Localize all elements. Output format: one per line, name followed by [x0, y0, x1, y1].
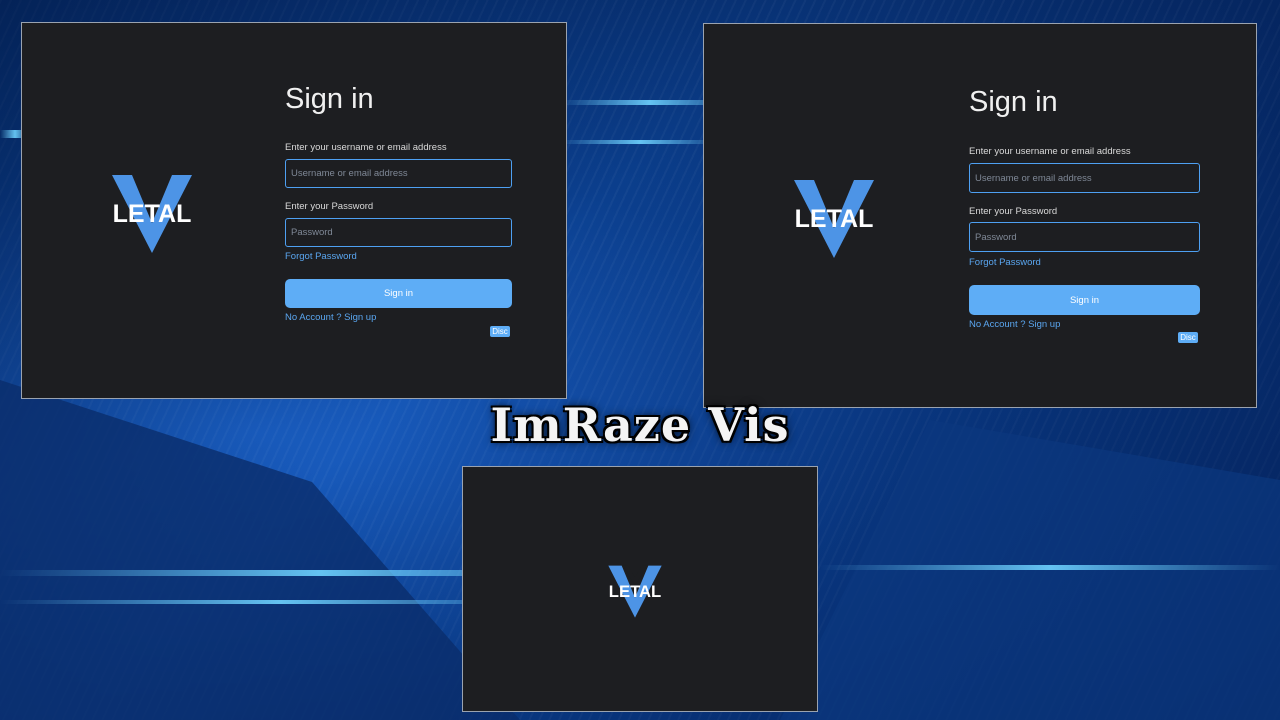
letal-logo: LETAL: [98, 171, 206, 255]
sign-up-link[interactable]: No Account ? Sign up: [285, 312, 376, 323]
logo-text: LETAL: [795, 205, 874, 233]
background-shape: [780, 420, 1280, 720]
disc-button[interactable]: Disc: [490, 326, 510, 337]
letal-v-logo-icon: LETAL: [112, 175, 192, 253]
forgot-password-link[interactable]: Forgot Password: [285, 251, 357, 262]
letal-logo: LETAL: [780, 176, 888, 260]
sign-in-button[interactable]: Sign in: [285, 279, 512, 308]
logo-text: LETAL: [113, 200, 192, 228]
watermark-title: ImRaze Vis: [490, 398, 790, 452]
password-label: Enter your Password: [285, 201, 374, 212]
letal-v-logo-icon: LETAL: [608, 565, 662, 618]
password-input[interactable]: [285, 218, 512, 247]
sign-up-link[interactable]: No Account ? Sign up: [969, 319, 1060, 330]
disc-button[interactable]: Disc: [1178, 332, 1198, 343]
page-title: Sign in: [285, 83, 374, 115]
username-label: Enter your username or email address: [969, 146, 1131, 157]
username-input[interactable]: [969, 163, 1200, 193]
letal-logo: LETAL: [599, 563, 671, 619]
username-label: Enter your username or email address: [285, 142, 447, 153]
password-input[interactable]: [969, 222, 1200, 252]
signin-window-right: LETAL Sign in Enter your username or ema…: [703, 23, 1257, 408]
sign-in-button[interactable]: Sign in: [969, 285, 1200, 315]
forgot-password-link[interactable]: Forgot Password: [969, 257, 1041, 268]
light-streak: [820, 565, 1280, 570]
logo-text: LETAL: [609, 582, 661, 601]
letal-v-logo-icon: LETAL: [794, 180, 874, 258]
signin-window-left: LETAL Sign in Enter your username or ema…: [21, 22, 567, 399]
username-input[interactable]: [285, 159, 512, 188]
password-label: Enter your Password: [969, 206, 1058, 217]
page-title: Sign in: [969, 86, 1058, 118]
splash-window: LETAL: [462, 466, 818, 712]
light-streak: [560, 140, 720, 144]
